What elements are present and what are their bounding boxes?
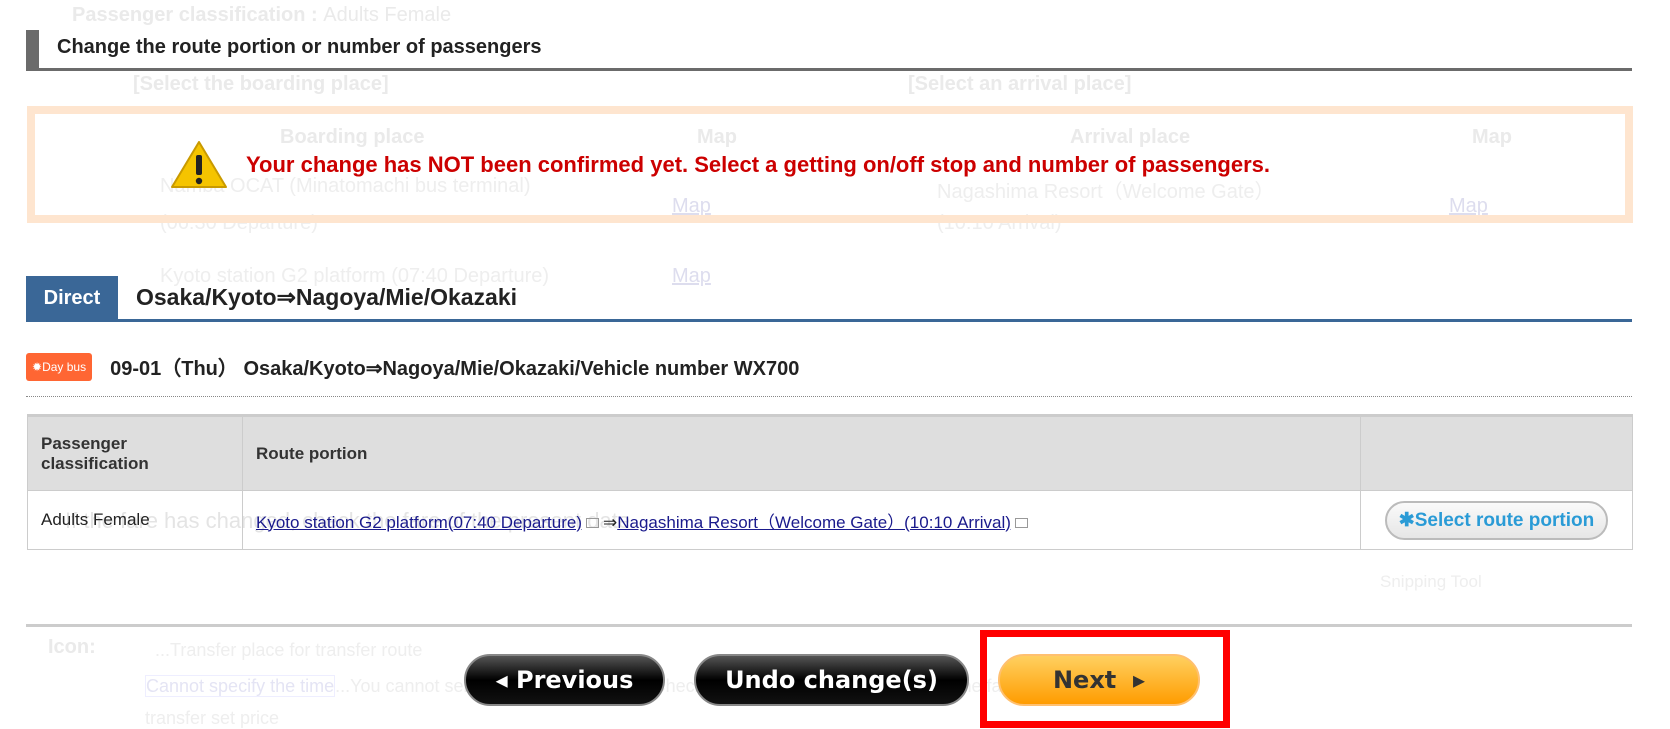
- highlight-box: [980, 630, 1230, 728]
- external-window-icon: [586, 518, 599, 529]
- ghost-passenger-label: Passenger classification : Adults Female: [72, 4, 452, 26]
- warning-triangle-icon: [171, 140, 227, 188]
- sun-icon: ✹: [32, 359, 43, 374]
- dotted-divider: [26, 396, 1632, 397]
- ghost-icon-1: ...Transfer place for transfer route: [155, 640, 423, 660]
- section-header: Change the route portion or number of pa…: [26, 30, 1632, 71]
- previous-button[interactable]: ◂ Previous: [464, 654, 665, 706]
- gear-icon: ✱: [1398, 509, 1415, 531]
- to-stop-link[interactable]: Nagashima Resort（Welcome Gate）(10:10 Arr…: [617, 513, 1011, 532]
- ghost-arrival-title: [Select an arrival place]: [908, 73, 1132, 95]
- col-header-classification: Passenger classification: [27, 414, 243, 491]
- trip-info: ✹ Day bus 09-01（Thu） Osaka/Kyoto⇒Nagoya/M…: [26, 352, 799, 381]
- arrow: ⇒: [603, 512, 618, 532]
- table-row: Adults Female Kyoto station G2 platform(…: [27, 490, 1633, 550]
- route-table: Passenger classification Route portion A…: [27, 414, 1633, 550]
- ghost-boarding-title: [Select the boarding place]: [133, 73, 389, 95]
- ghost-icon-label: Icon:: [48, 636, 96, 658]
- direct-tag: Direct: [26, 276, 118, 320]
- divider: [26, 624, 1632, 627]
- ghost-icon-2-cont: transfer set price: [145, 708, 280, 728]
- day-bus-badge: ✹ Day bus: [26, 352, 93, 381]
- warning-message: Your change has NOT been confirmed yet. …: [246, 151, 1270, 177]
- ghost-snipping-tool: Snipping Tool: [1380, 572, 1482, 591]
- undo-changes-button[interactable]: Undo change(s): [694, 654, 969, 706]
- from-stop-link[interactable]: Kyoto station G2 platform(07:40 Departur…: [256, 513, 582, 532]
- classification-cell: Adults Female: [27, 490, 243, 550]
- route-title: Osaka/Kyoto⇒Nagoya/Mie/Okazaki: [136, 284, 518, 310]
- external-window-icon: [1014, 518, 1028, 529]
- route-header: Direct Osaka/Kyoto⇒Nagoya/Mie/Okazaki: [26, 276, 1632, 322]
- select-route-portion-button[interactable]: ✱Select route portion: [1384, 500, 1609, 540]
- route-cell: Kyoto station G2 platform(07:40 Departur…: [242, 490, 1361, 550]
- col-header-route: Route portion: [242, 414, 1361, 491]
- warning-banner: Your change has NOT been confirmed yet. …: [27, 106, 1633, 223]
- trip-title: 09-01（Thu） Osaka/Kyoto⇒Nagoya/Mie/Okazak…: [110, 358, 800, 380]
- col-header-action: [1360, 414, 1633, 491]
- action-cell: ✱Select route portion: [1360, 490, 1633, 550]
